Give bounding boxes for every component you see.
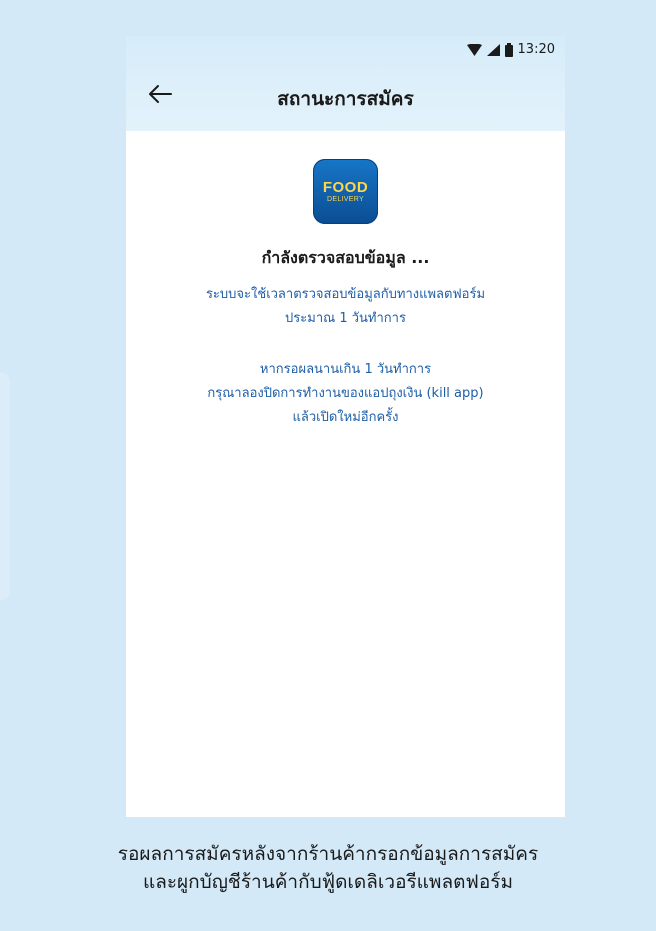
wifi-icon (466, 43, 482, 56)
caption-line: และผูกบัญชีร้านค้ากับฟู้ดเดลิเวอรีแพลตฟอ… (142, 871, 514, 893)
retry-info-line: กรุณาลองปิดการทำงานของแอปถุงเงิน (kill a… (207, 386, 484, 401)
battery-icon (504, 42, 513, 57)
retry-info-line: แล้วเปิดใหม่อีกครั้ง (292, 410, 399, 425)
app-bar: สถานะการสมัคร (126, 76, 565, 120)
logo-delivery-text: DELIVERY (327, 195, 364, 203)
content-card (126, 131, 565, 817)
status-time: 13:20 (517, 42, 555, 57)
retry-info-line: หากรอผลนานเกิน 1 วันทำการ (259, 362, 432, 377)
side-panel-edge (0, 372, 10, 600)
status-heading: กำลังตรวจสอบข้อมูล ... (261, 248, 430, 267)
verification-info-line: ระบบจะใช้เวลาตรวจสอบข้อมูลกับทางแพลตฟอร์… (205, 287, 486, 302)
phone-screen: 13:20 สถานะการสมัคร FOOD DELIVERY กำลังต… (126, 36, 565, 817)
status-icons: 13:20 (466, 42, 555, 57)
retry-info: หากรอผลนานเกิน 1 วันทำการ กรุณาลองปิดการ… (126, 358, 565, 430)
caption-line: รอผลการสมัครหลังจากร้านค้ากรอกข้อมูลการส… (117, 843, 539, 865)
status-bar: 13:20 (126, 36, 565, 68)
verification-info: ระบบจะใช้เวลาตรวจสอบข้อมูลกับทางแพลตฟอร์… (126, 283, 565, 331)
logo-food-text: FOOD (322, 178, 369, 196)
verification-info-line: ประมาณ 1 วันทำการ (285, 311, 406, 326)
screenshot-caption: รอผลการสมัครหลังจากร้านค้ากรอกข้อมูลการส… (0, 840, 656, 896)
cell-signal-icon (486, 43, 500, 56)
food-delivery-logo: FOOD DELIVERY (313, 159, 378, 224)
page-title: สถานะการสมัคร (277, 88, 414, 110)
